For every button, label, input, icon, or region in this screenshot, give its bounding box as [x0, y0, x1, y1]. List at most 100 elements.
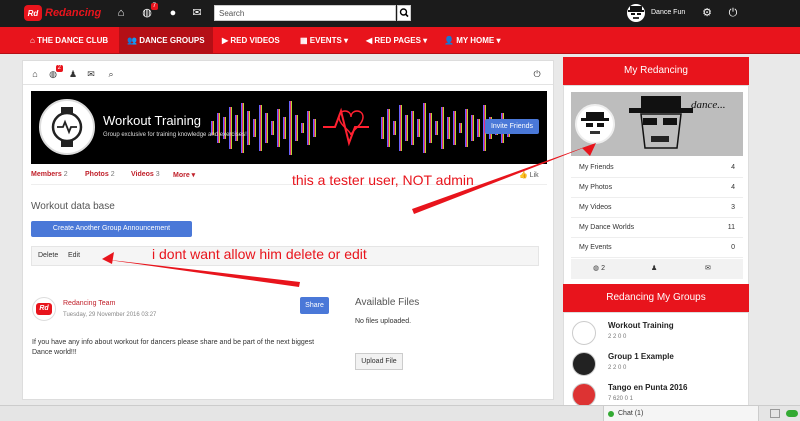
post-author[interactable]: Redancing Team: [63, 300, 115, 307]
post-avatar-badge: Rd: [36, 303, 52, 315]
profile-cover: dance...: [571, 92, 743, 156]
groups-panel-head: Redancing My Groups: [563, 284, 749, 312]
mail-icon[interactable]: ✉: [705, 264, 711, 272]
my-redancing-title: My Redancing: [563, 57, 749, 85]
group-subbar: ⌂ ◍ 2 ♟ ✉ ⌕ ⏻: [23, 65, 553, 85]
logo-badge: Rd: [24, 5, 42, 21]
stat-value: 11: [727, 224, 735, 231]
nav-label: DANCE GROUPS: [139, 36, 205, 45]
post-body: If you have any info about workout for d…: [32, 339, 315, 356]
tab-count: 2: [110, 171, 115, 178]
logo-text: Redancing: [45, 7, 102, 19]
user-avatar[interactable]: [627, 4, 645, 22]
tango-icon: [572, 383, 596, 407]
nav-item-dance-club[interactable]: ⌂ THE DANCE CLUB: [22, 27, 116, 54]
stat-label: My Dance Worlds: [579, 224, 635, 231]
stat-row-dance-worlds[interactable]: My Dance Worlds 11: [571, 218, 743, 238]
user-icon[interactable]: ●: [166, 6, 180, 20]
stat-label: My Photos: [579, 184, 613, 191]
nav-item-my-home[interactable]: 👤 MY HOME ▾: [436, 27, 509, 54]
stat-value: 4: [731, 164, 735, 171]
stopwatch-icon: [572, 321, 596, 345]
nav-label: RED PAGES ▾: [374, 36, 428, 45]
subbar-badge: 2: [55, 65, 63, 72]
profile-avatar[interactable]: [575, 104, 615, 144]
group-meta: 7 620 0 1: [608, 396, 634, 402]
stat-row-photos[interactable]: My Photos 4: [571, 178, 743, 198]
delete-button[interactable]: Delete: [38, 252, 58, 259]
tab-label: More ▾: [173, 172, 196, 179]
mail-icon[interactable]: ✉: [190, 6, 204, 20]
edit-button[interactable]: Edit: [68, 252, 80, 259]
home-icon[interactable]: ⌂: [114, 6, 128, 20]
online-dot-icon: [608, 411, 614, 417]
annotation-no-delete: i dont want allow him delete or edit: [152, 246, 367, 262]
stat-value: 4: [731, 184, 735, 191]
globe-icon[interactable]: ◍ 2: [593, 264, 605, 272]
nav-label: MY HOME ▾: [456, 36, 501, 45]
tab-photos[interactable]: Photos 2: [85, 171, 115, 178]
like-button[interactable]: 👍 Lik: [519, 171, 539, 179]
nav-item-red-videos[interactable]: ▶ RED VIDEOS: [214, 27, 288, 54]
group-main-panel: ⌂ ◍ 2 ♟ ✉ ⌕ ⏻ Workout Training Group exc…: [22, 60, 554, 400]
user-icon[interactable]: ♟: [67, 68, 79, 80]
post-author-avatar[interactable]: Rd: [32, 297, 56, 321]
my-groups-title: Redancing My Groups: [563, 284, 749, 312]
globe-icon[interactable]: ◍ 7: [140, 3, 158, 20]
search-input[interactable]: [214, 5, 396, 21]
stat-label: My Friends: [579, 164, 614, 171]
section-title: Workout data base: [31, 201, 115, 212]
files-title: Available Files: [355, 297, 420, 308]
home-icon[interactable]: ⌂: [29, 68, 41, 80]
window-icon[interactable]: [770, 409, 780, 418]
nav-label: EVENTS ▾: [309, 36, 349, 45]
group-meta: 2 2 0 0: [608, 334, 627, 340]
tab-label: Photos: [85, 171, 109, 178]
tab-members[interactable]: Members 2: [31, 171, 68, 178]
stat-row-friends[interactable]: My Friends 4: [571, 158, 743, 178]
toggle-icon[interactable]: [786, 410, 798, 417]
nav-label: THE DANCE CLUB: [37, 36, 109, 45]
group-item[interactable]: Group 1 Example 2 2 0 0: [572, 350, 742, 380]
search-icon[interactable]: ⌕: [105, 68, 117, 80]
stat-row-videos[interactable]: My Videos 3: [571, 198, 743, 218]
group-cover: Workout Training Group exclusive for tra…: [31, 91, 547, 164]
power-icon[interactable]: ⏻: [531, 68, 543, 80]
group-item[interactable]: Workout Training 2 2 0 0: [572, 319, 742, 349]
search-button[interactable]: [397, 5, 411, 21]
group-logo: [39, 99, 95, 155]
mail-icon[interactable]: ✉: [85, 68, 97, 80]
site-logo[interactable]: Rd Redancing: [24, 5, 101, 21]
power-icon[interactable]: ⏻: [726, 6, 740, 20]
profile-cover-text: dance...: [691, 99, 726, 111]
upload-file-button[interactable]: Upload File: [355, 353, 403, 370]
create-announcement-button[interactable]: Create Another Group Announcement: [31, 221, 192, 237]
nav-item-events[interactable]: ▦ EVENTS ▾: [292, 27, 356, 54]
user-icon[interactable]: ♟: [651, 264, 657, 272]
tab-label: Videos: [131, 171, 154, 178]
files-empty-message: No files uploaded.: [355, 318, 412, 325]
tab-count: 2: [63, 171, 68, 178]
groups-list: Workout Training 2 2 0 0 Group 1 Example…: [563, 312, 749, 412]
stat-label: My Videos: [579, 204, 612, 211]
share-button[interactable]: Share: [300, 297, 329, 314]
group-name: Tango en Punta 2016: [608, 383, 688, 392]
annotation-tester: this a tester user, NOT admin: [292, 172, 474, 188]
profile-card: dance... My Friends 4 My Photos 4 My Video…: [563, 85, 749, 315]
chat-tab[interactable]: Chat (1): [603, 406, 759, 421]
stat-label: My Events: [579, 244, 612, 251]
group-title: Workout Training: [103, 113, 202, 128]
user-name[interactable]: Dance Fun: [651, 9, 685, 16]
nav-label: RED VIDEOS: [230, 36, 280, 45]
gear-icon[interactable]: ⚙: [700, 6, 714, 20]
nav-item-dance-groups[interactable]: 👥 DANCE GROUPS: [119, 27, 213, 54]
tab-more[interactable]: More ▾: [173, 171, 195, 179]
invite-friends-button[interactable]: Invite Friends: [484, 119, 539, 134]
bottom-bar: Chat (1): [0, 405, 800, 421]
profile-quick-bar: ◍ 2 ♟ ✉: [571, 259, 743, 279]
group-name: Workout Training: [608, 321, 674, 330]
tab-videos[interactable]: Videos 3: [131, 171, 160, 178]
nav-item-red-pages[interactable]: ◀ RED PAGES ▾: [358, 27, 435, 54]
globe-icon[interactable]: ◍ 2: [47, 65, 63, 80]
stat-row-events[interactable]: My Events 0: [571, 238, 743, 258]
